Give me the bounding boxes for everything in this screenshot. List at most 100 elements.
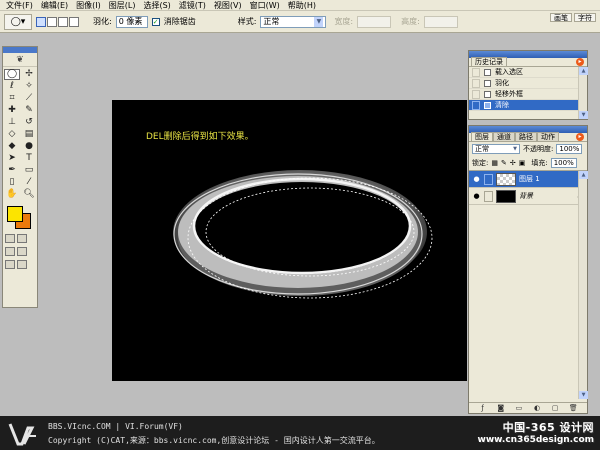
layers-palette: 图层 通道 路径 动作 ▸ 正常 ▼ 不透明度: 100% 锁定: ▦ ✎ ✢ … — [468, 125, 588, 414]
tab-layers[interactable]: 图层 — [471, 132, 493, 141]
blur-tool-icon[interactable]: ◆ — [4, 141, 20, 152]
color-swatches — [5, 206, 35, 232]
brush-tool-icon[interactable]: ✎ — [21, 105, 37, 116]
type-tool-icon[interactable]: T — [21, 153, 37, 164]
lock-all-icon[interactable]: ▣ — [519, 159, 526, 167]
history-source-icon[interactable] — [472, 89, 480, 99]
tab-actions[interactable]: 动作 — [537, 132, 559, 141]
history-source-icon[interactable] — [472, 78, 480, 88]
path-select-icon[interactable]: ➤ — [4, 153, 20, 164]
palette-menu-icon[interactable]: ▸ — [576, 133, 584, 141]
layer-link-icon[interactable] — [484, 190, 493, 202]
palette-well-brush-tab[interactable]: 画笔 — [550, 13, 572, 22]
intersect-selection-icon[interactable] — [69, 16, 79, 27]
history-source-icon[interactable] — [472, 67, 480, 77]
crop-tool-icon[interactable]: ⌗ — [4, 93, 20, 104]
eye-icon[interactable]: ● — [472, 192, 481, 201]
layer-set-icon[interactable]: ▭ — [514, 404, 523, 412]
eye-icon[interactable]: ● — [472, 175, 481, 184]
feather-logo-icon[interactable]: ❦ — [3, 53, 37, 67]
tab-paths[interactable]: 路径 — [515, 132, 537, 141]
lasso-tool-icon[interactable]: ℓ — [4, 81, 20, 92]
history-source-icon[interactable] — [472, 100, 480, 110]
site-watermark-url: www.cn365design.com — [477, 435, 594, 445]
blend-mode-select[interactable]: 正常 ▼ — [472, 144, 520, 154]
scroll-up-icon[interactable]: ▲ — [579, 171, 588, 179]
antialias-checkbox[interactable]: ✓ — [151, 17, 160, 26]
slice-tool-icon[interactable]: ⟋ — [21, 93, 37, 104]
layers-scrollbar[interactable]: ▲ ▼ — [578, 171, 588, 399]
palette-menu-icon[interactable]: ▸ — [576, 58, 584, 66]
scroll-down-icon[interactable]: ▼ — [579, 111, 588, 119]
hand-tool-icon[interactable]: ✋ — [4, 189, 20, 200]
menu-filter[interactable]: 滤镜(T) — [175, 0, 210, 11]
subtract-from-selection-icon[interactable] — [58, 16, 68, 27]
history-scrollbar[interactable]: ▲ ▼ — [578, 67, 588, 119]
screen-mode-standard-icon[interactable] — [5, 247, 15, 256]
history-item-active[interactable]: 清除 — [469, 100, 587, 111]
history-list: 载入选区 羽化 轻移外框 清除 ▲ ▼ — [469, 67, 588, 119]
pen-tool-icon[interactable]: ✒ — [4, 165, 20, 176]
history-item-label: 轻移外框 — [495, 90, 523, 98]
screen-mode-full-icon[interactable] — [17, 247, 27, 256]
scroll-up-icon[interactable]: ▲ — [579, 67, 588, 75]
layer-mask-icon[interactable]: ◙ — [496, 404, 505, 412]
document-canvas[interactable]: DEL删除后得到如下效果。 — [112, 100, 467, 381]
notes-tool-icon[interactable]: ▯ — [4, 177, 20, 188]
menu-window[interactable]: 窗口(W) — [246, 0, 284, 11]
add-to-selection-icon[interactable] — [47, 16, 57, 27]
brush-link-icon[interactable] — [484, 173, 493, 185]
clone-stamp-icon[interactable]: ⊥ — [4, 117, 20, 128]
move-tool-icon[interactable]: ✢ — [21, 69, 37, 80]
layer-style-icon[interactable]: ƒ — [478, 404, 487, 412]
menu-edit[interactable]: 编辑(E) — [37, 0, 72, 11]
dodge-tool-icon[interactable]: ● — [21, 141, 37, 152]
history-item[interactable]: 载入选区 — [469, 67, 587, 78]
shape-tool-icon[interactable]: ▭ — [21, 165, 37, 176]
eyedropper-icon[interactable]: ⁄ — [21, 177, 37, 188]
imageready-icon[interactable] — [17, 260, 27, 269]
palette-well-character-tab[interactable]: 字符 — [574, 13, 596, 22]
marquee-tool-icon[interactable]: ◯ — [4, 69, 20, 80]
history-palette: 历史记录 ▸ 载入选区 羽化 轻移外框 清除 ▲ ▼ — [468, 50, 588, 120]
healing-brush-icon[interactable]: ✚ — [4, 105, 20, 116]
history-brush-icon[interactable]: ↺ — [21, 117, 37, 128]
style-select[interactable]: 正常 ▼ — [260, 15, 327, 28]
menu-select[interactable]: 选择(S) — [139, 0, 174, 11]
layer-name: 图层 1 — [519, 175, 540, 183]
zoom-tool-icon[interactable]: 🔍︎ — [21, 189, 37, 200]
lock-paint-icon[interactable]: ✎ — [501, 159, 507, 167]
magic-wand-icon[interactable]: ✧ — [21, 81, 37, 92]
feather-input[interactable] — [115, 15, 148, 28]
new-selection-icon[interactable] — [36, 16, 46, 27]
foreground-color-swatch[interactable] — [7, 206, 23, 222]
history-item[interactable]: 轻移外框 — [469, 89, 587, 100]
menu-layer[interactable]: 图层(L) — [105, 0, 140, 11]
quick-mask-icon[interactable] — [17, 234, 27, 243]
history-item[interactable]: 羽化 — [469, 78, 587, 89]
layer-row[interactable]: ● 图层 1 — [469, 171, 587, 188]
new-layer-icon[interactable]: ▢ — [551, 404, 560, 412]
vf-logo-icon — [8, 423, 36, 446]
menu-file[interactable]: 文件(F) — [2, 0, 37, 11]
tool-grid: ◯ ✢ ℓ ✧ ⌗ ⟋ ✚ ✎ ⊥ ↺ ◇ ▤ ◆ ● ➤ T ✒ ▭ ▯ ⁄ … — [3, 67, 37, 202]
menu-view[interactable]: 视图(V) — [210, 0, 246, 11]
adjustment-layer-icon[interactable]: ◐ — [533, 404, 542, 412]
lock-transparency-icon[interactable]: ▦ — [491, 159, 498, 167]
scroll-down-icon[interactable]: ▼ — [579, 391, 588, 399]
trash-icon[interactable]: 🗑︎ — [569, 404, 578, 412]
tab-channels[interactable]: 通道 — [493, 132, 515, 141]
menu-image[interactable]: 图像(I) — [72, 0, 105, 11]
opacity-input[interactable]: 100% — [556, 144, 583, 154]
gradient-tool-icon[interactable]: ▤ — [21, 129, 37, 140]
tool-preset-picker[interactable]: ◯▾ — [4, 13, 32, 30]
menu-help[interactable]: 帮助(H) — [284, 0, 320, 11]
standard-mode-icon[interactable] — [5, 234, 15, 243]
toolbox: ❦ ◯ ✢ ℓ ✧ ⌗ ⟋ ✚ ✎ ⊥ ↺ ◇ ▤ ◆ ● ➤ T ✒ ▭ ▯ … — [2, 46, 38, 308]
layer-row[interactable]: ● 背景 🔒︎ — [469, 188, 587, 205]
jump-to-imageready-icon[interactable] — [5, 260, 15, 269]
lock-position-icon[interactable]: ✢ — [510, 159, 516, 167]
tab-history[interactable]: 历史记录 — [471, 57, 507, 66]
fill-input[interactable]: 100% — [550, 158, 577, 168]
eraser-tool-icon[interactable]: ◇ — [4, 129, 20, 140]
